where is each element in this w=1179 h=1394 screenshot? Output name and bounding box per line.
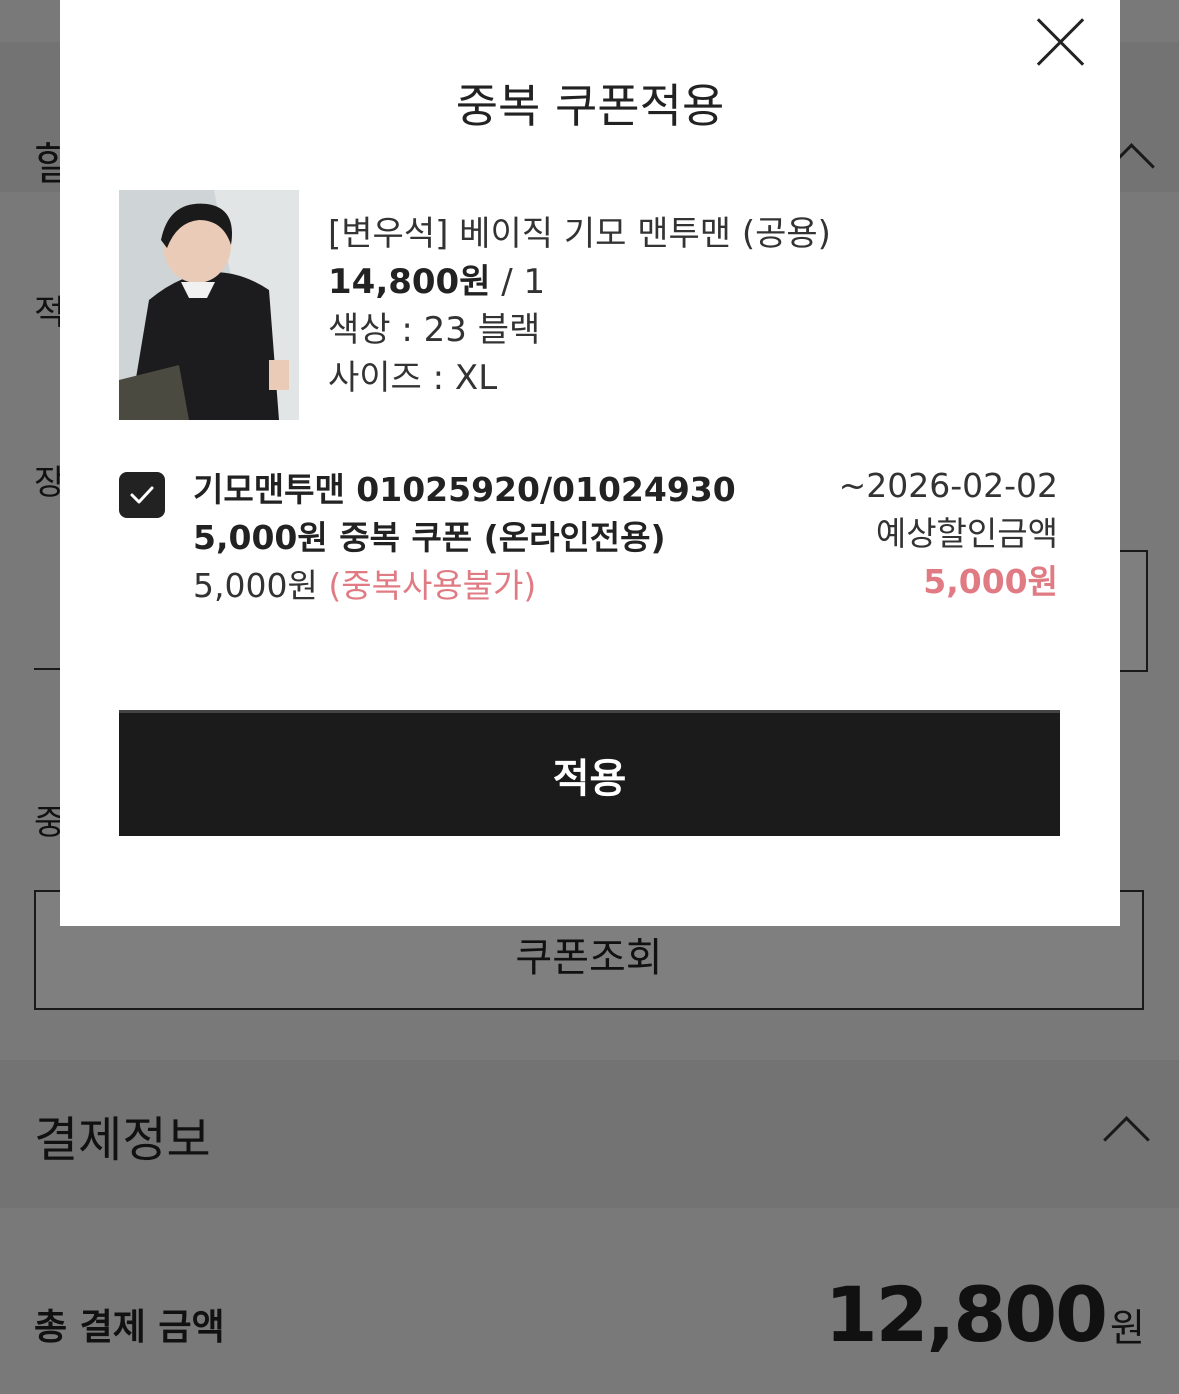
coupon-note: (중복사용불가) <box>328 566 537 605</box>
coupon-checkbox[interactable] <box>119 472 165 518</box>
product-info: [변우석] 베이직 기모 맨투맨 (공용) 14,800원 / 1 색상 : 2… <box>328 210 831 402</box>
product-price: 14,800원 <box>328 262 491 302</box>
coupon-summary: ~2026-02-02 예상할인금액 5,000원 <box>839 462 1058 606</box>
product-name: [변우석] 베이직 기모 맨투맨 (공용) <box>328 214 831 254</box>
product-size: 사이즈 : XL <box>328 358 498 398</box>
coupon-name: 기모맨투맨 01025920/01024930 5,000원 중복 쿠폰 (온라… <box>193 470 736 557</box>
product-price-row: 14,800원 / 1 <box>328 258 831 306</box>
product-quantity: / 1 <box>490 262 546 302</box>
coupon-price-row: 5,000원 (중복사용불가) <box>193 562 536 610</box>
coupon-price: 5,000원 <box>193 566 318 605</box>
product-color: 색상 : 23 블랙 <box>328 310 541 350</box>
modal-title: 중복 쿠폰적용 <box>455 79 725 133</box>
checkmark-icon <box>130 486 154 504</box>
discount-amount: 5,000원 <box>923 562 1058 601</box>
close-icon[interactable] <box>1030 12 1090 72</box>
apply-button[interactable]: 적용 <box>119 710 1060 836</box>
product-image <box>119 190 299 420</box>
coupon-modal: 중복 쿠폰적용 [변우석] 베이직 기모 맨투맨 (공용) 14,800원 / … <box>60 0 1120 926</box>
coupon-expiry: ~2026-02-02 <box>838 466 1058 505</box>
discount-label: 예상할인금액 <box>875 514 1058 553</box>
